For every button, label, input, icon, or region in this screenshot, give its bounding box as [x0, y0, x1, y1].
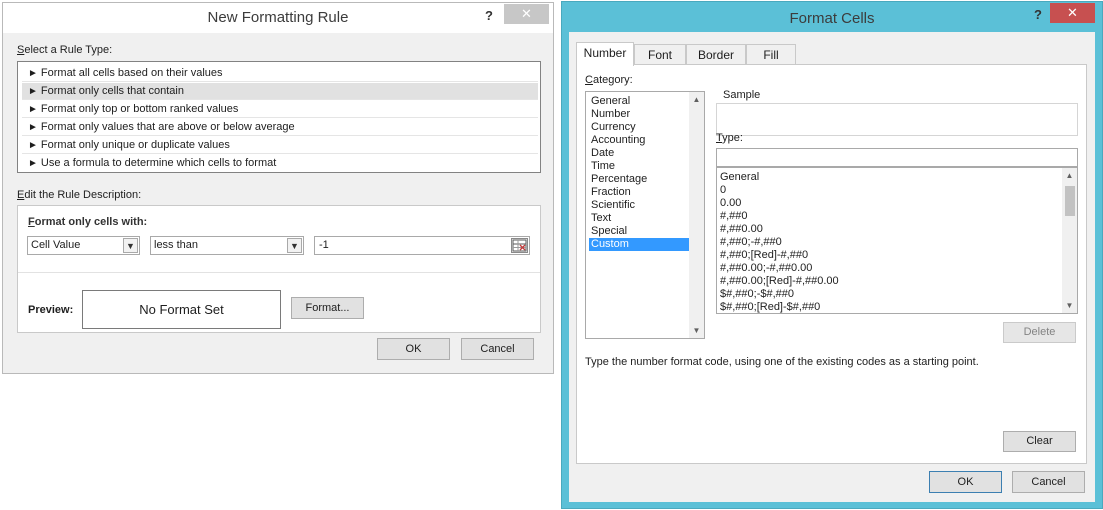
scroll-up-icon[interactable]: ▲: [1062, 168, 1077, 183]
list-item[interactable]: General: [720, 171, 759, 184]
dialog-title: Format Cells: [789, 10, 875, 27]
list-item[interactable]: #,##0.00;-#,##0.00: [720, 262, 812, 275]
cancel-button[interactable]: Cancel: [1012, 471, 1085, 493]
list-item[interactable]: #,##0;-#,##0: [720, 236, 782, 249]
close-icon: ✕: [521, 6, 532, 21]
rule-type-label: Select a Rule Type:: [17, 44, 113, 56]
scroll-down-icon[interactable]: ▼: [689, 323, 704, 338]
rule-type-item[interactable]: ► Format only values that are above or be…: [22, 119, 538, 136]
operator-dropdown[interactable]: less than ▼: [150, 236, 304, 255]
rule-type-item[interactable]: ► Use a formula to determine which cells …: [22, 155, 538, 172]
scroll-thumb[interactable]: [1065, 186, 1075, 216]
value-input[interactable]: -1: [314, 236, 530, 255]
list-item[interactable]: $#,##0;[Red]-$#,##0: [720, 301, 820, 313]
arrow-right-icon: ►: [28, 140, 38, 151]
arrow-right-icon: ►: [28, 68, 38, 79]
cancel-button[interactable]: Cancel: [461, 338, 534, 360]
category-list[interactable]: General Number Currency Accounting Date …: [585, 91, 705, 339]
list-item[interactable]: #,##0.00;[Red]-#,##0.00: [720, 275, 839, 288]
format-cells-dialog: Format Cells ? ✕ Number Font Border Fill…: [561, 1, 1103, 509]
category-label: Category:: [585, 74, 633, 86]
close-icon: ✕: [1067, 5, 1078, 20]
arrow-right-icon: ►: [28, 104, 38, 115]
list-item-selected[interactable]: Custom: [589, 238, 689, 251]
list-item[interactable]: Accounting: [589, 134, 689, 147]
type-label: Type:: [716, 132, 743, 144]
chevron-down-icon[interactable]: ▼: [287, 238, 302, 253]
tab-border[interactable]: Border: [686, 44, 746, 66]
edit-description-label: Edit the Rule Description:: [17, 189, 142, 201]
list-item[interactable]: Time: [589, 160, 689, 173]
format-button[interactable]: Format...: [291, 297, 364, 319]
tab-fill[interactable]: Fill: [746, 44, 796, 66]
close-button[interactable]: ✕: [1050, 3, 1095, 23]
list-item[interactable]: General: [589, 95, 689, 108]
help-button[interactable]: ?: [1028, 5, 1048, 25]
rule-type-item[interactable]: ► Format only unique or duplicate values: [22, 137, 538, 154]
preview-label: Preview:: [28, 304, 74, 316]
clear-button[interactable]: Clear: [1003, 431, 1076, 452]
ok-button[interactable]: OK: [929, 471, 1002, 493]
type-input[interactable]: [716, 148, 1078, 167]
sample-label: Sample: [721, 89, 763, 101]
preview-box: No Format Set: [82, 290, 281, 329]
format-hint-text: Type the number format code, using one o…: [585, 356, 979, 368]
list-item[interactable]: Scientific: [589, 199, 689, 212]
list-item[interactable]: Text: [589, 212, 689, 225]
list-item[interactable]: Date: [589, 147, 689, 160]
delete-button[interactable]: Delete: [1003, 322, 1076, 343]
sample-group: [716, 103, 1078, 136]
list-item[interactable]: #,##0;[Red]-#,##0: [720, 249, 808, 262]
list-item[interactable]: Fraction: [589, 186, 689, 199]
condition-type-dropdown[interactable]: Cell Value ▼: [27, 236, 140, 255]
new-formatting-rule-dialog: New Formatting Rule ? ✕ Select a Rule Ty…: [2, 2, 554, 374]
help-button[interactable]: ?: [479, 6, 499, 26]
scroll-up-icon[interactable]: ▲: [689, 92, 704, 107]
category-scrollbar[interactable]: ▲ ▼: [689, 92, 704, 338]
scroll-down-icon[interactable]: ▼: [1062, 298, 1077, 313]
arrow-right-icon: ►: [28, 122, 38, 133]
list-item[interactable]: Number: [589, 108, 689, 121]
rule-type-list[interactable]: ► Format all cells based on their values …: [17, 61, 541, 173]
range-selector-icon[interactable]: [511, 238, 528, 253]
list-item[interactable]: Currency: [589, 121, 689, 134]
dialog-body: Number Font Border Fill Category: Genera…: [569, 32, 1095, 502]
rule-description-panel: Format only cells with: Cell Value ▼ les…: [17, 205, 541, 333]
ok-button[interactable]: OK: [377, 338, 450, 360]
format-only-cells-with-label: Format only cells with:: [28, 216, 148, 228]
list-item[interactable]: Special: [589, 225, 689, 238]
rule-type-item-selected[interactable]: ► Format only cells that contain: [22, 83, 538, 100]
number-tab-panel: Category: General Number Currency Accoun…: [576, 64, 1087, 464]
dialog-title: New Formatting Rule: [207, 9, 349, 26]
arrow-right-icon: ►: [28, 86, 38, 97]
arrow-right-icon: ►: [28, 158, 38, 169]
close-button[interactable]: ✕: [504, 4, 549, 24]
tab-font[interactable]: Font: [634, 44, 686, 66]
list-item[interactable]: #,##0: [720, 210, 748, 223]
list-item[interactable]: 0: [720, 184, 726, 197]
list-item[interactable]: Percentage: [589, 173, 689, 186]
rule-type-item[interactable]: ► Format only top or bottom ranked values: [22, 101, 538, 118]
format-list-scrollbar[interactable]: ▲ ▼: [1062, 168, 1077, 313]
list-item[interactable]: #,##0.00: [720, 223, 763, 236]
list-item[interactable]: 0.00: [720, 197, 741, 210]
format-code-list[interactable]: General 0 0.00 #,##0 #,##0.00 #,##0;-#,#…: [716, 167, 1078, 314]
chevron-down-icon[interactable]: ▼: [123, 238, 138, 253]
list-item[interactable]: $#,##0;-$#,##0: [720, 288, 794, 301]
divider: [18, 272, 540, 273]
rule-type-item[interactable]: ► Format all cells based on their values: [22, 65, 538, 82]
tab-number[interactable]: Number: [576, 42, 634, 66]
